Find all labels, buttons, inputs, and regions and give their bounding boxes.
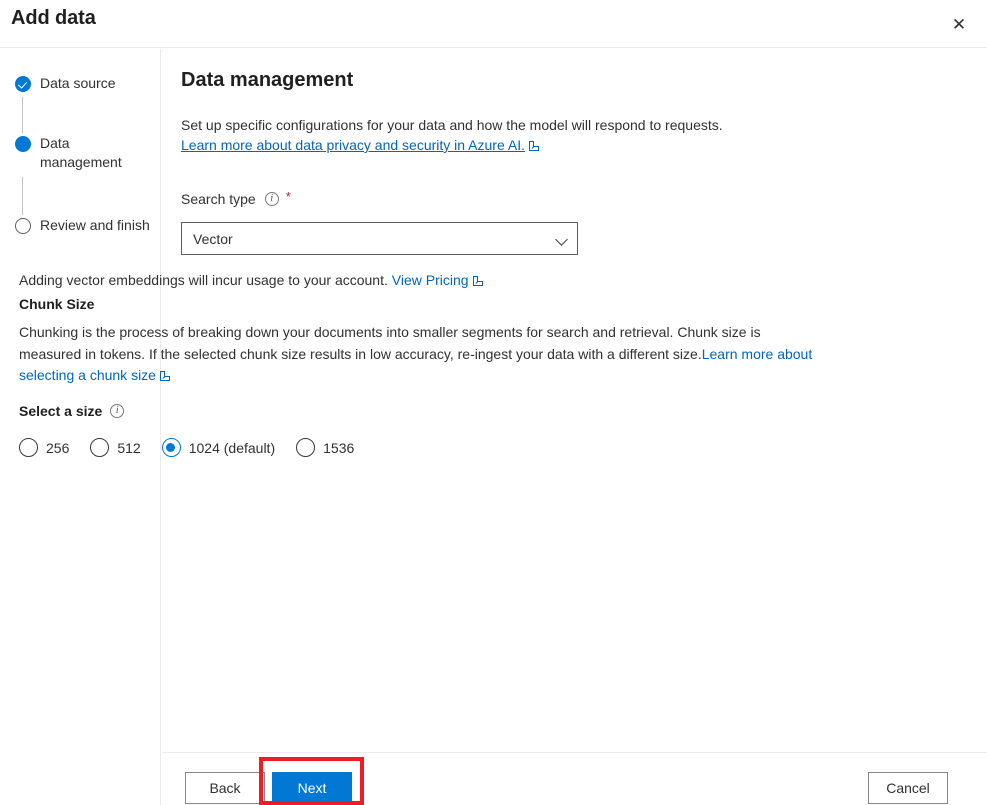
radio-option-label: 256: [46, 439, 70, 456]
empty-circle-icon: [15, 218, 31, 234]
radio-option-512[interactable]: 512: [90, 438, 141, 457]
search-type-label-row: Search type *: [181, 189, 291, 207]
chunk-size-radio-group: 256 512 1024 (default) 1536: [19, 438, 375, 457]
radio-option-256[interactable]: 256: [19, 438, 69, 457]
view-pricing-link[interactable]: View Pricing: [392, 272, 469, 288]
sidebar-step-label: Data management: [40, 135, 122, 170]
radio-circle-icon: [19, 438, 38, 457]
select-size-label-row: Select a size: [19, 403, 125, 419]
wizard-step-sidebar: Data source Data management Review and f…: [0, 49, 161, 805]
search-type-selected-value: Vector: [193, 230, 233, 247]
sidebar-step-label: Review and finish: [40, 217, 150, 233]
radio-circle-selected-icon: [161, 438, 181, 457]
intro-description: Set up specific configurations for your …: [181, 115, 881, 155]
step-connector: [22, 177, 23, 215]
dialog-header: Add data ✕: [0, 0, 987, 48]
dialog-footer: Back Next Cancel: [162, 752, 987, 805]
cancel-button[interactable]: Cancel: [868, 772, 948, 804]
data-privacy-link-label: Learn more about data privacy and securi…: [181, 137, 525, 153]
view-pricing-label: View Pricing: [391, 272, 469, 288]
chunk-size-description: Chunking is the process of breaking down…: [19, 322, 825, 387]
select-size-label: Select a size: [19, 403, 103, 419]
vector-pricing-note: Adding vector embeddings will incur usag…: [19, 270, 483, 290]
intro-text: Set up specific configurations for your …: [181, 117, 723, 133]
back-button[interactable]: Back: [185, 772, 265, 804]
info-icon[interactable]: [110, 404, 125, 418]
dialog-title: Add data: [11, 7, 96, 29]
radio-option-1536[interactable]: 1536: [296, 438, 354, 457]
step-connector: [22, 97, 23, 133]
next-button[interactable]: Next: [272, 772, 352, 804]
radio-option-label: 1024 (default): [188, 439, 276, 456]
sidebar-step-review-and-finish[interactable]: Review and finish: [15, 216, 150, 235]
close-icon[interactable]: ✕: [939, 4, 979, 44]
radio-option-1024[interactable]: 1024 (default): [161, 438, 276, 457]
data-privacy-link[interactable]: Learn more about data privacy and securi…: [181, 137, 525, 153]
sidebar-step-data-source[interactable]: Data source: [15, 74, 150, 93]
filled-circle-icon: [15, 136, 31, 152]
sidebar-step-label: Data source: [40, 75, 116, 91]
external-link-icon: [528, 140, 540, 151]
vector-note-text: Adding vector embeddings will incur usag…: [19, 272, 392, 288]
radio-option-label: 512: [117, 439, 141, 456]
chunk-size-heading: Chunk Size: [19, 296, 95, 312]
external-link-icon: [472, 275, 483, 286]
info-icon[interactable]: [264, 192, 279, 206]
search-type-dropdown[interactable]: Vector: [181, 222, 578, 255]
check-circle-icon: [15, 76, 31, 92]
radio-option-label: 1536: [323, 439, 355, 456]
radio-circle-icon: [90, 438, 110, 457]
sidebar-step-data-management[interactable]: Data management: [15, 134, 150, 172]
search-type-label: Search type: [181, 191, 256, 207]
chunk-desc-text: Chunking is the process of breaking down…: [19, 324, 761, 362]
external-link-icon: [159, 370, 171, 381]
main-content-panel: Data management Set up specific configur…: [162, 49, 987, 752]
required-asterisk: *: [285, 189, 291, 204]
chevron-down-icon: [555, 233, 568, 246]
radio-circle-icon: [296, 438, 316, 457]
page-title: Data management: [181, 69, 354, 91]
